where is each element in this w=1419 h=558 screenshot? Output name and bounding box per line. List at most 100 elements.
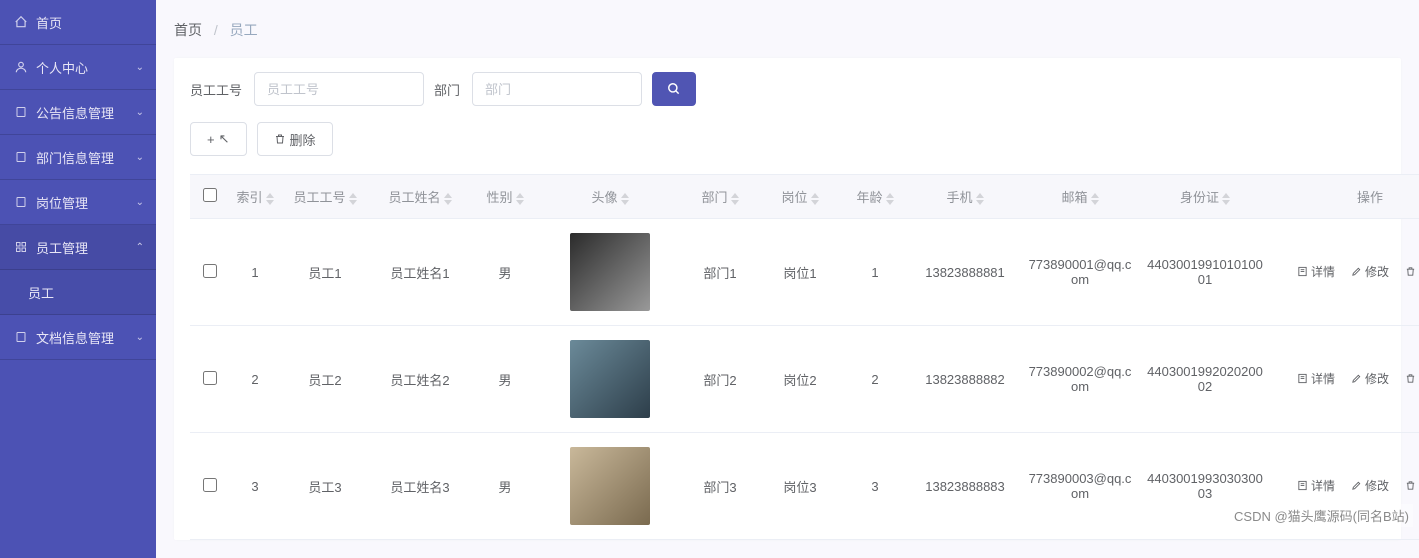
sidebar-item-label: 岗位管理	[36, 193, 88, 212]
filter-input-empid[interactable]	[254, 72, 424, 106]
row-delete-button[interactable]: 删除	[1405, 370, 1419, 388]
sidebar-item-home[interactable]: 首页	[0, 0, 156, 45]
detail-button[interactable]: 详情	[1297, 263, 1335, 281]
sidebar-item-label: 员工	[28, 283, 54, 302]
breadcrumb-current: 员工	[230, 22, 258, 38]
select-all-checkbox[interactable]	[203, 188, 217, 202]
chevron-up-icon: ⌃	[136, 242, 144, 253]
doc-icon	[14, 330, 28, 344]
delete-label: 删除	[290, 130, 316, 149]
row-checkbox[interactable]	[203, 264, 217, 278]
add-button[interactable]: + ↖	[190, 122, 247, 156]
sidebar-item-label: 个人中心	[36, 58, 88, 77]
table-row: 1 员工1 员工姓名1 男 部门1 岗位1 1 13823888881 7738…	[190, 219, 1419, 326]
edit-icon	[1351, 373, 1362, 384]
sidebar-item-employee[interactable]: 员工管理 ⌃	[0, 225, 156, 270]
sidebar-item-docinfo[interactable]: 文档信息管理 ⌄	[0, 315, 156, 360]
cell-idcard: 440300199202020002	[1140, 326, 1270, 433]
th-age[interactable]: 年龄	[840, 175, 910, 219]
cell-email: 773890001@qq.com	[1020, 219, 1140, 326]
doc-icon	[14, 195, 28, 209]
row-delete-button[interactable]: 删除	[1405, 263, 1419, 281]
th-gender[interactable]: 性别	[470, 175, 540, 219]
cell-phone: 13823888882	[910, 326, 1020, 433]
watermark: CSDN @猫头鹰源码(同名B站)	[1230, 504, 1413, 527]
delete-button[interactable]: 删除	[257, 122, 333, 156]
filter-label-empid: 员工工号	[190, 80, 242, 99]
th-ops: 操作	[1270, 175, 1419, 219]
grid-icon	[14, 240, 28, 254]
search-button[interactable]	[652, 72, 696, 106]
cell-index: 3	[230, 433, 280, 540]
detail-icon	[1297, 373, 1308, 384]
th-dept[interactable]: 部门	[680, 175, 760, 219]
sidebar: 首页 个人中心 ⌄ 公告信息管理 ⌄ 部门信息管理 ⌄ 岗位管理 ⌄ 员工管理 …	[0, 0, 156, 558]
sidebar-item-post[interactable]: 岗位管理 ⌄	[0, 180, 156, 225]
user-icon	[14, 60, 28, 74]
detail-button[interactable]: 详情	[1297, 370, 1335, 388]
cell-idcard: 440300199101010001	[1140, 219, 1270, 326]
breadcrumb-home[interactable]: 首页	[174, 22, 202, 38]
trash-icon	[1405, 266, 1416, 277]
cell-gender: 男	[470, 433, 540, 540]
trash-icon	[1405, 373, 1416, 384]
th-empname[interactable]: 员工姓名	[370, 175, 470, 219]
sidebar-item-label: 公告信息管理	[36, 103, 114, 122]
th-idcard[interactable]: 身份证	[1140, 175, 1270, 219]
edit-button[interactable]: 修改	[1351, 370, 1389, 388]
doc-icon	[14, 105, 28, 119]
th-avatar[interactable]: 头像	[540, 175, 680, 219]
row-delete-button[interactable]: 删除	[1405, 477, 1419, 495]
edit-button[interactable]: 修改	[1351, 263, 1389, 281]
cell-age: 2	[840, 326, 910, 433]
th-email[interactable]: 邮箱	[1020, 175, 1140, 219]
cell-gender: 男	[470, 219, 540, 326]
sidebar-item-label: 员工管理	[36, 238, 88, 257]
cell-email: 773890003@qq.com	[1020, 433, 1140, 540]
trash-icon	[1405, 480, 1416, 491]
cell-ops: 详情 修改 删除	[1270, 219, 1419, 326]
cell-phone: 13823888883	[910, 433, 1020, 540]
cell-dept: 部门3	[680, 433, 760, 540]
edit-icon	[1351, 480, 1362, 491]
breadcrumb: 首页 / 员工	[174, 0, 1401, 58]
filter-input-dept[interactable]	[472, 72, 642, 106]
chevron-down-icon: ⌄	[136, 152, 144, 163]
cell-index: 1	[230, 219, 280, 326]
detail-icon	[1297, 266, 1308, 277]
doc-icon	[14, 150, 28, 164]
row-checkbox[interactable]	[203, 478, 217, 492]
sidebar-item-notice[interactable]: 公告信息管理 ⌄	[0, 90, 156, 135]
cell-phone: 13823888881	[910, 219, 1020, 326]
cursor-icon: ↖	[219, 131, 230, 147]
cell-ops: 详情 修改 删除	[1270, 326, 1419, 433]
cell-email: 773890002@qq.com	[1020, 326, 1140, 433]
sidebar-item-label: 首页	[36, 13, 62, 32]
detail-button[interactable]: 详情	[1297, 477, 1335, 495]
table-header-row: 索引 员工工号 员工姓名 性别 头像 部门 岗位 年龄 手机 邮箱 身份证 操作	[190, 175, 1419, 219]
sidebar-item-profile[interactable]: 个人中心 ⌄	[0, 45, 156, 90]
th-empid[interactable]: 员工工号	[280, 175, 370, 219]
breadcrumb-separator: /	[214, 22, 218, 38]
cell-post: 岗位2	[760, 326, 840, 433]
row-checkbox[interactable]	[203, 371, 217, 385]
cell-empid: 员工1	[280, 219, 370, 326]
sidebar-item-dept[interactable]: 部门信息管理 ⌄	[0, 135, 156, 180]
edit-button[interactable]: 修改	[1351, 477, 1389, 495]
action-row: + ↖ 删除	[190, 122, 1385, 156]
th-phone[interactable]: 手机	[910, 175, 1020, 219]
filter-row: 员工工号 部门	[190, 72, 1385, 106]
th-index[interactable]: 索引	[230, 175, 280, 219]
table-row: 2 员工2 员工姓名2 男 部门2 岗位2 2 13823888882 7738…	[190, 326, 1419, 433]
sidebar-item-label: 部门信息管理	[36, 148, 114, 167]
cell-empname: 员工姓名2	[370, 326, 470, 433]
chevron-down-icon: ⌄	[136, 62, 144, 73]
sidebar-subitem-employee[interactable]: 员工	[0, 270, 156, 315]
th-post[interactable]: 岗位	[760, 175, 840, 219]
home-icon	[14, 15, 28, 29]
plus-icon: +	[207, 132, 215, 147]
avatar	[570, 340, 650, 418]
chevron-down-icon: ⌄	[136, 197, 144, 208]
chevron-down-icon: ⌄	[136, 107, 144, 118]
sidebar-item-label: 文档信息管理	[36, 328, 114, 347]
